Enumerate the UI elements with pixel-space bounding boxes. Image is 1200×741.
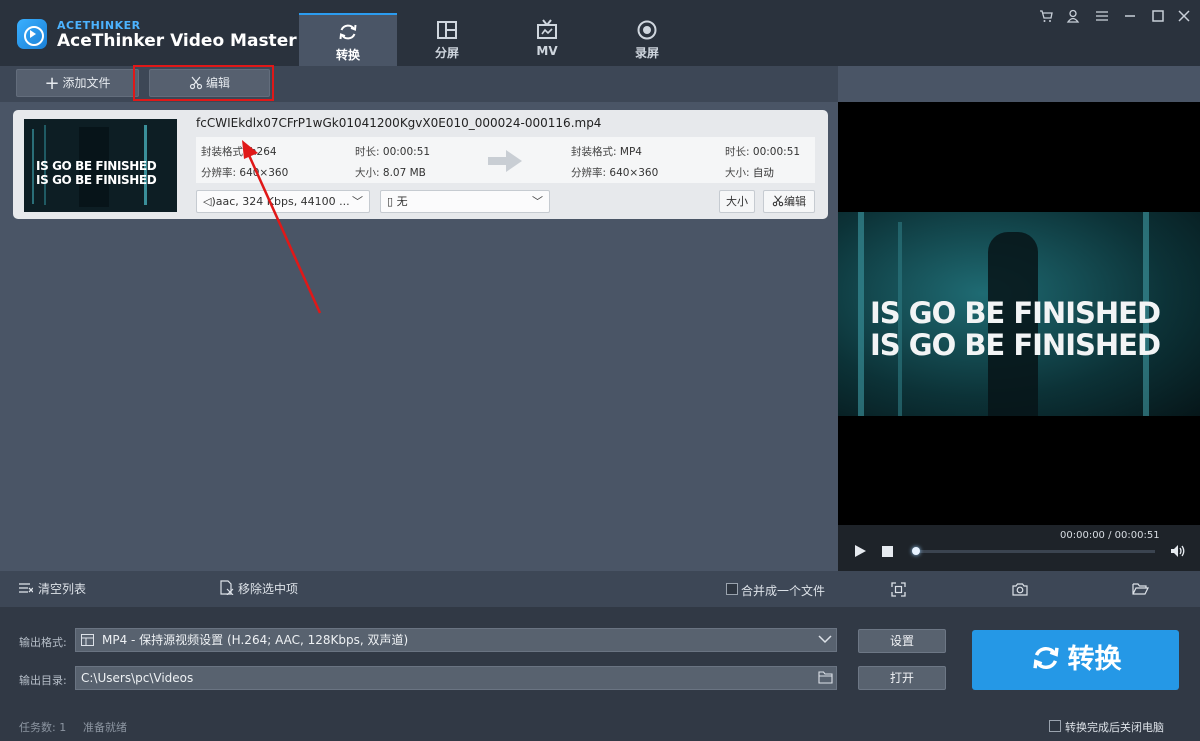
document-icon: ▯ bbox=[387, 195, 394, 208]
tab-mv-label: MV bbox=[536, 44, 558, 58]
convert-label: 转换 bbox=[1067, 644, 1122, 675]
settings-button[interactable]: 设置 bbox=[858, 629, 946, 653]
camera-icon[interactable] bbox=[1012, 582, 1028, 596]
source-size-key: 大小: bbox=[355, 167, 380, 179]
output-size: 大小: 自动 bbox=[725, 165, 774, 180]
remove-selected-button[interactable]: 移除选中项 bbox=[238, 580, 298, 597]
add-file-button[interactable]: + 添加文件 bbox=[16, 69, 139, 97]
tv-icon bbox=[537, 19, 557, 39]
file-name: fcCWIEkdlx07CFrP1wGk01041200KgvX0E010_00… bbox=[196, 116, 602, 130]
refresh-icon bbox=[1032, 646, 1059, 670]
output-size-key: 大小: bbox=[725, 167, 750, 179]
split-screen-icon bbox=[437, 21, 457, 39]
folder-open-icon[interactable] bbox=[1132, 582, 1149, 596]
menu-icon[interactable] bbox=[1093, 9, 1111, 27]
tab-convert[interactable]: 转换 bbox=[299, 13, 397, 66]
output-dir-label: 输出目录: bbox=[19, 674, 67, 687]
title-bar: ACETHINKER AceThinker Video Master 转换 分屏… bbox=[0, 0, 1200, 66]
speaker-icon: ◁) bbox=[203, 195, 216, 208]
toolbar: + 添加文件 编辑 bbox=[0, 66, 838, 102]
subtitle-value: 无 bbox=[396, 195, 408, 208]
cart-icon[interactable] bbox=[1037, 9, 1055, 27]
convert-arrow-icon bbox=[488, 150, 522, 172]
open-button[interactable]: 打开 bbox=[858, 666, 946, 690]
tab-convert-label: 转换 bbox=[335, 48, 360, 62]
edit-highlight-box bbox=[133, 65, 274, 101]
source-duration-key: 时长: bbox=[355, 146, 380, 158]
stop-icon[interactable] bbox=[882, 546, 893, 557]
output-resolution-value: 640×360 bbox=[609, 167, 659, 179]
refresh-icon bbox=[339, 24, 357, 40]
source-size-value: 8.07 MB bbox=[382, 167, 426, 179]
output-resolution: 分辨率: 640×360 bbox=[571, 165, 658, 180]
tab-mv[interactable]: MV bbox=[498, 13, 596, 66]
tab-record-label: 录屏 bbox=[634, 46, 659, 60]
tab-record[interactable]: 录屏 bbox=[598, 13, 696, 66]
source-duration-value: 00:00:51 bbox=[382, 146, 431, 158]
video-thumbnail[interactable]: IS GO BE FINISHED IS GO BE FINISHED bbox=[24, 119, 177, 212]
clear-list-button[interactable]: 清空列表 bbox=[38, 580, 86, 597]
app-window: ACETHINKER AceThinker Video Master 转换 分屏… bbox=[0, 0, 1200, 741]
plus-icon: + bbox=[44, 73, 60, 94]
play-icon[interactable] bbox=[853, 544, 867, 558]
output-duration-value: 00:00:51 bbox=[752, 146, 801, 158]
chevron-down-icon: ﹀ bbox=[532, 195, 543, 208]
output-format-info: 封装格式: MP4 bbox=[571, 144, 642, 159]
status-text: 准备就绪 bbox=[83, 721, 127, 734]
output-format-label: 输出格式: bbox=[19, 636, 67, 649]
clear-list-icon bbox=[19, 583, 33, 593]
convert-button[interactable]: 转换 bbox=[972, 630, 1179, 690]
source-duration: 时长: 00:00:51 bbox=[355, 144, 430, 159]
output-size-value: 自动 bbox=[752, 167, 774, 179]
card-edit-button[interactable]: 编辑 bbox=[763, 190, 815, 213]
tab-split-screen-label: 分屏 bbox=[434, 46, 459, 60]
chevron-down-icon[interactable] bbox=[818, 634, 832, 644]
progress-handle[interactable] bbox=[912, 547, 920, 555]
add-file-label: 添加文件 bbox=[62, 76, 111, 90]
fullscreen-icon[interactable] bbox=[891, 582, 906, 597]
app-logo-icon bbox=[17, 19, 47, 49]
thumbnail-caption-1: IS GO BE FINISHED bbox=[36, 159, 157, 173]
maximize-icon[interactable] bbox=[1149, 9, 1167, 27]
output-format-text: MP4 - 保持源视频设置 (H.264; AAC, 128Kbps, 双声道) bbox=[102, 633, 409, 647]
output-dir-text: C:\Users\pc\Videos bbox=[81, 671, 194, 685]
output-format-value: MP4 bbox=[619, 146, 642, 158]
minimize-icon[interactable] bbox=[1121, 9, 1139, 27]
output-resolution-key: 分辨率: bbox=[571, 167, 607, 179]
browse-folder-icon[interactable] bbox=[818, 671, 833, 684]
task-count: 任务数: 1 bbox=[19, 721, 67, 734]
shutdown-label: 转换完成后关闭电脑 bbox=[1065, 721, 1164, 734]
output-format-key: 封装格式: bbox=[571, 146, 617, 158]
progress-bar[interactable] bbox=[915, 550, 1155, 553]
output-duration-key: 时长: bbox=[725, 146, 750, 158]
source-size: 大小: 8.07 MB bbox=[355, 165, 426, 180]
output-format-select[interactable]: MP4 - 保持源视频设置 (H.264; AAC, 128Kbps, 双声道) bbox=[75, 628, 837, 652]
close-icon[interactable] bbox=[1175, 9, 1193, 27]
user-icon[interactable] bbox=[1064, 9, 1082, 27]
card-edit-label: 编辑 bbox=[784, 195, 806, 208]
output-duration: 时长: 00:00:51 bbox=[725, 144, 800, 159]
preview-frame: IS GO BE FINISHED IS GO BE FINISHED bbox=[838, 212, 1200, 416]
scissors-icon bbox=[772, 195, 784, 207]
record-icon bbox=[637, 20, 657, 40]
list-toolbar bbox=[0, 571, 838, 607]
preview-caption-1: IS GO BE FINISHED bbox=[870, 296, 1161, 330]
format-folder-icon bbox=[81, 634, 94, 646]
size-button[interactable]: 大小 bbox=[719, 190, 755, 213]
preview-caption-2: IS GO BE FINISHED bbox=[870, 328, 1161, 362]
remove-selected-icon bbox=[220, 580, 234, 595]
tab-split-screen[interactable]: 分屏 bbox=[398, 13, 496, 66]
shutdown-checkbox[interactable] bbox=[1049, 720, 1061, 732]
thumbnail-caption-2: IS GO BE FINISHED bbox=[36, 173, 157, 187]
output-dir-field[interactable]: C:\Users\pc\Videos bbox=[75, 666, 837, 690]
chevron-down-icon: ﹀ bbox=[352, 195, 363, 208]
volume-icon[interactable] bbox=[1170, 543, 1186, 559]
merge-label: 合并成一个文件 bbox=[741, 584, 826, 598]
app-title: AceThinker Video Master bbox=[57, 31, 297, 51]
time-readout: 00:00:00 / 00:00:51 bbox=[1060, 530, 1160, 541]
annotation-arrow bbox=[242, 140, 322, 314]
subtitle-select[interactable]: ▯ 无 ﹀ bbox=[380, 190, 550, 213]
merge-checkbox[interactable] bbox=[726, 583, 738, 595]
